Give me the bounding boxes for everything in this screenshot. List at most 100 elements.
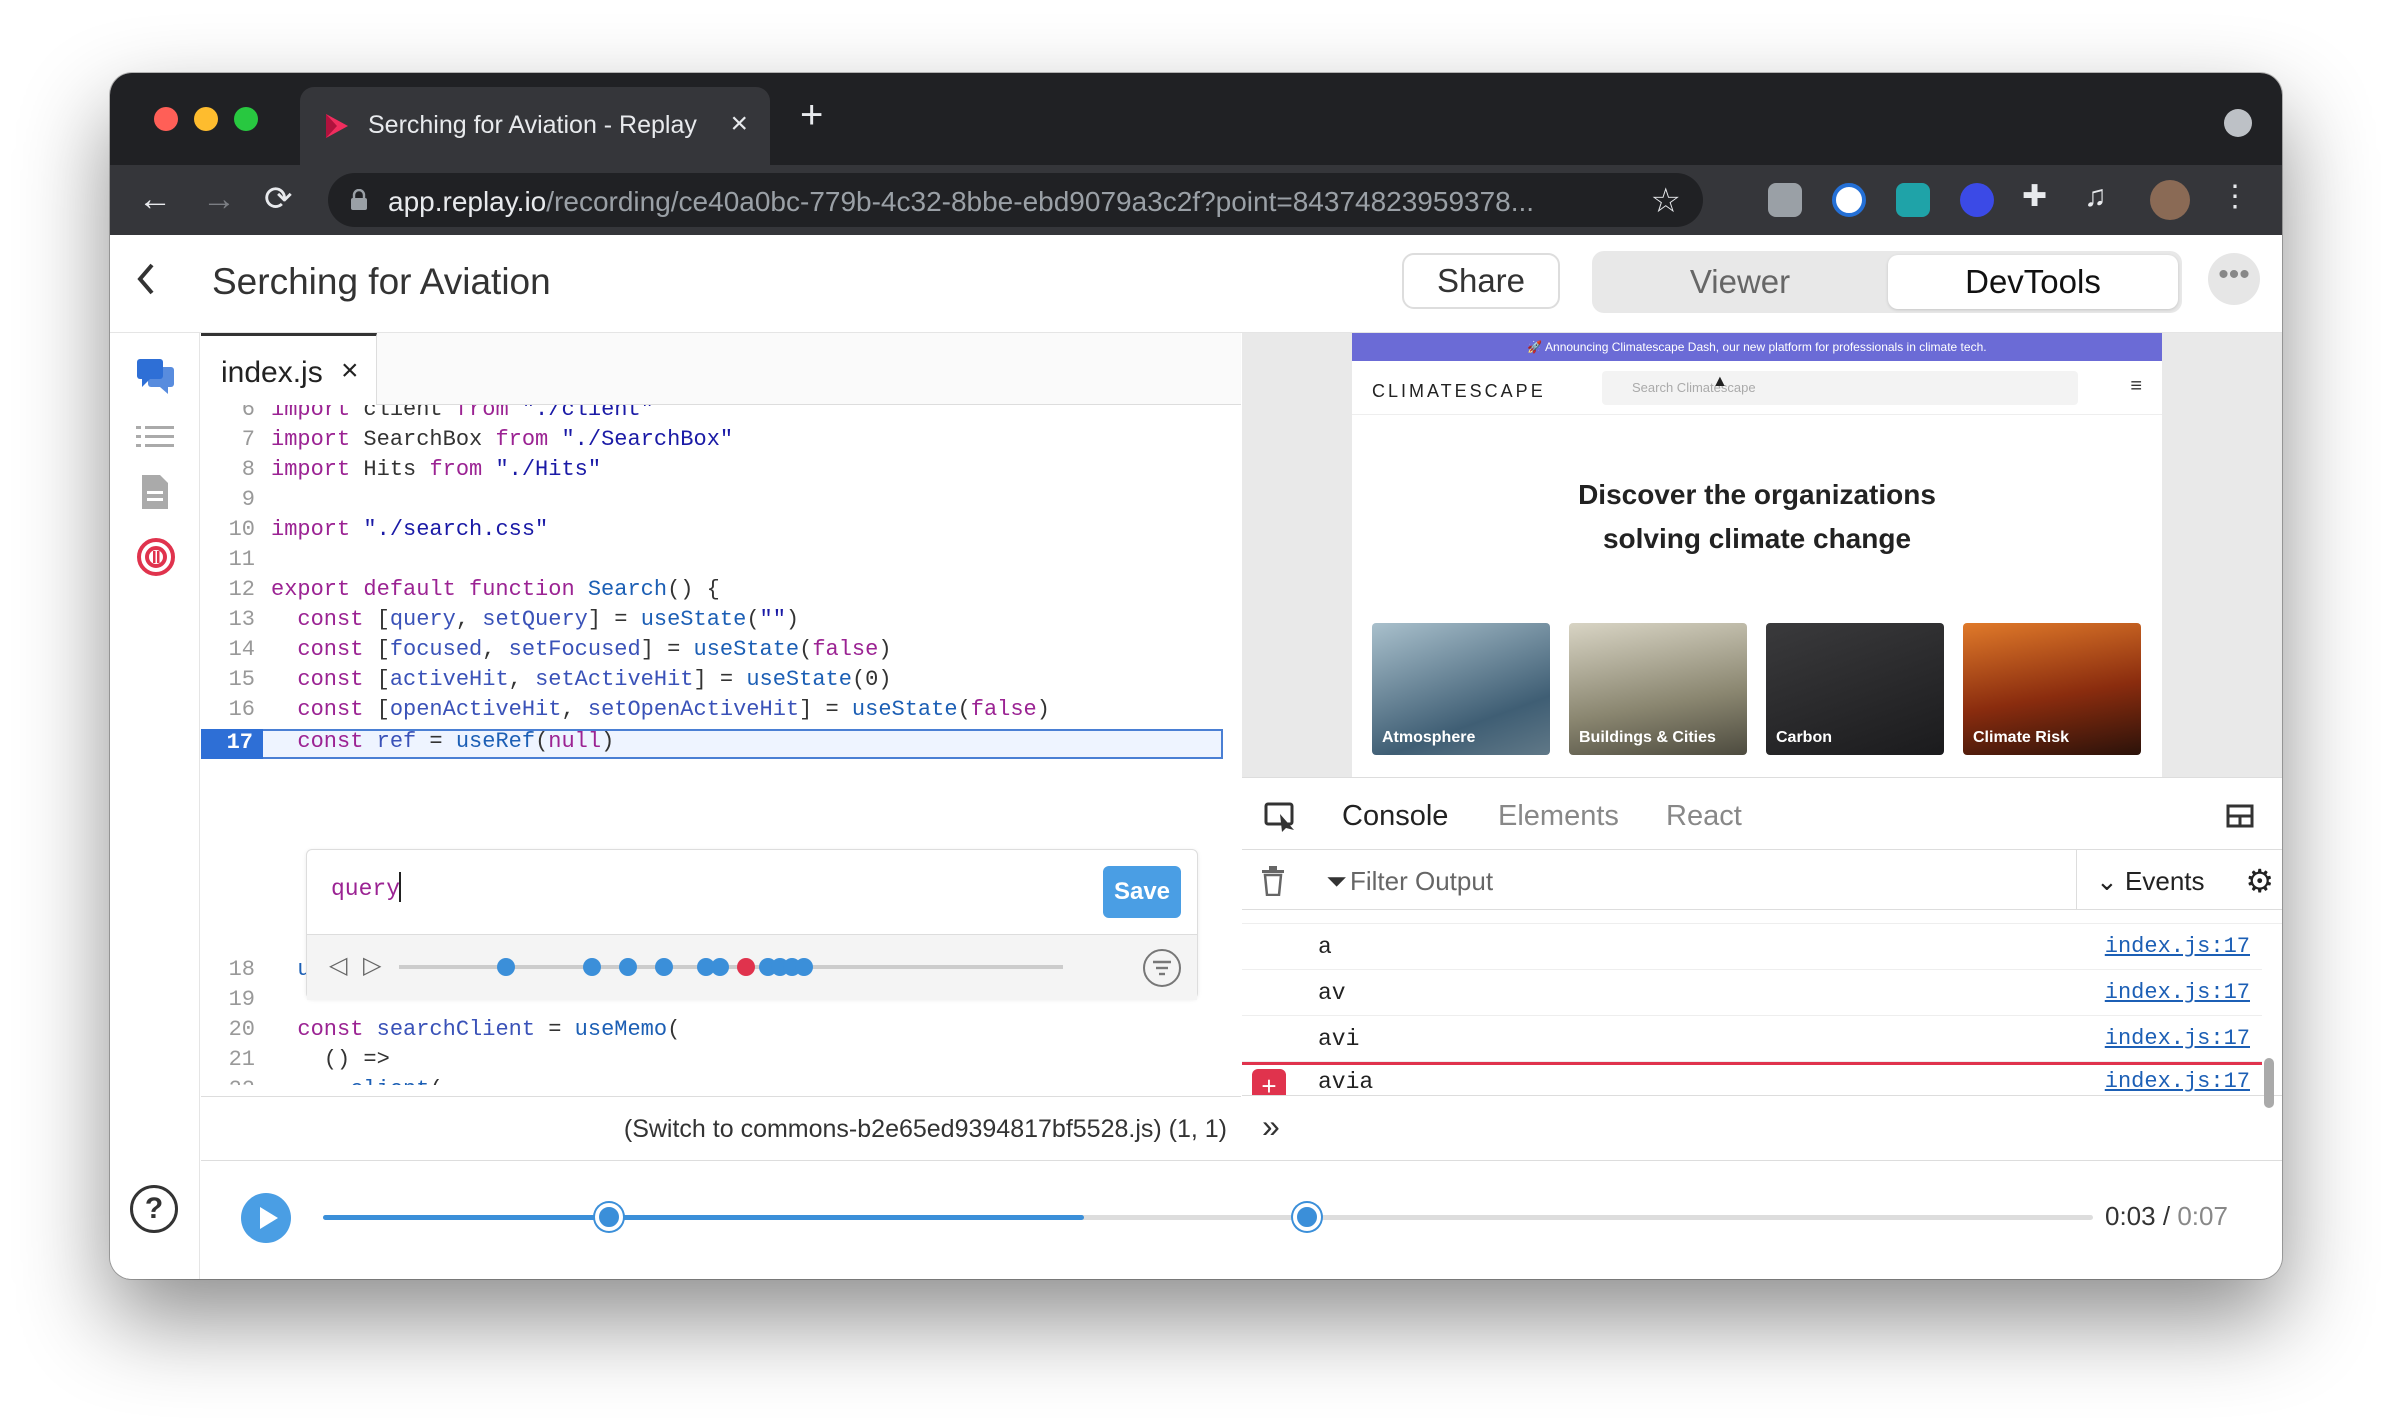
line-number[interactable]: 6 xyxy=(201,405,255,422)
line-number[interactable]: 11 xyxy=(201,547,255,572)
media-icon[interactable]: ♫ xyxy=(2084,177,2107,217)
message-source-link[interactable]: index.js:17 xyxy=(2105,934,2250,959)
message-source-link[interactable]: index.js:17 xyxy=(2105,1069,2250,1094)
prev-hit-icon[interactable]: ◁ xyxy=(329,951,347,980)
document-icon[interactable] xyxy=(140,473,170,516)
devtools-tab[interactable]: DevTools xyxy=(1888,255,2178,309)
hits-track[interactable] xyxy=(399,958,1063,976)
back-arrow-icon[interactable]: ← xyxy=(138,179,172,219)
line-number[interactable]: 12 xyxy=(201,577,255,602)
line-number[interactable]: 19 xyxy=(201,987,255,1012)
extension-teal-icon[interactable] xyxy=(1896,183,1930,217)
console-message[interactable]: a index.js:17 xyxy=(1242,924,2262,970)
line-number[interactable]: 21 xyxy=(201,1047,255,1072)
category-card: Carbon xyxy=(1766,623,1944,755)
log-expression-input[interactable]: query xyxy=(331,876,400,902)
hit-marker[interactable] xyxy=(795,958,813,976)
list-icon[interactable] xyxy=(136,425,174,454)
play-button[interactable] xyxy=(241,1193,291,1243)
line-number[interactable]: 10 xyxy=(201,517,255,542)
line-number[interactable]: 15 xyxy=(201,667,255,692)
category-card: Climate Risk xyxy=(1963,623,2141,755)
line-number[interactable]: 18 xyxy=(201,957,255,982)
hit-marker[interactable] xyxy=(497,958,515,976)
message-value: av xyxy=(1318,980,1346,1006)
line-number[interactable]: 14 xyxy=(201,637,255,662)
puzzle-icon[interactable]: ✚ xyxy=(2022,177,2047,217)
tab-react[interactable]: React xyxy=(1666,800,1742,833)
extension-icon[interactable] xyxy=(1768,183,1802,217)
password-manager-icon[interactable] xyxy=(1832,183,1866,217)
console-filter-bar: ⏷ Filter Output ⌄ Events ⚙ xyxy=(1242,850,2282,910)
save-button[interactable]: Save xyxy=(1103,866,1181,918)
close-file-icon[interactable]: × xyxy=(341,354,359,388)
more-options-button[interactable]: ••• xyxy=(2208,253,2260,305)
total-duration: 0:07 xyxy=(2177,1201,2228,1231)
line-number[interactable]: 22 xyxy=(201,1077,255,1085)
browser-menu-icon[interactable]: ⋮ xyxy=(2220,177,2250,217)
tab-console[interactable]: Console xyxy=(1342,800,1448,833)
hit-marker[interactable] xyxy=(583,958,601,976)
line-number[interactable]: 13 xyxy=(201,607,255,632)
element-picker-icon[interactable] xyxy=(1264,802,1298,837)
timeline-track[interactable] xyxy=(323,1203,2093,1231)
line-number[interactable]: 20 xyxy=(201,1017,255,1042)
console-scrollbar[interactable] xyxy=(2264,1058,2274,1108)
bookmark-star-icon[interactable]: ☆ xyxy=(1651,181,1681,221)
code-line: import "./search.css" xyxy=(271,517,549,542)
hit-marker[interactable] xyxy=(619,958,637,976)
file-tab-index-js[interactable]: index.js × xyxy=(201,333,377,405)
comments-icon[interactable] xyxy=(136,357,176,400)
console-message-current[interactable]: + avia index.js:17 xyxy=(1242,1065,2262,1095)
new-tab-icon[interactable]: + xyxy=(800,95,823,135)
hit-marker[interactable] xyxy=(655,958,673,976)
reload-icon[interactable]: ⟳ xyxy=(264,179,293,219)
extension-blue-icon[interactable] xyxy=(1960,183,1994,217)
address-bar[interactable]: app.replay.io/recording/ce40a0bc-779b-4c… xyxy=(328,173,1703,227)
help-button[interactable]: ? xyxy=(130,1185,178,1233)
editor-status-bar: (Switch to commons-b2e65ed9394817bf5528.… xyxy=(201,1096,1241,1160)
console-message[interactable]: avi index.js:17 xyxy=(1242,1016,2262,1062)
console-input-row[interactable]: » xyxy=(1242,1095,2282,1161)
events-dropdown[interactable]: ⌄ Events xyxy=(2096,866,2205,897)
record-icon[interactable] xyxy=(136,537,176,582)
console-message[interactable]: av index.js:17 xyxy=(1242,970,2262,1016)
trash-icon[interactable] xyxy=(1260,866,1286,901)
add-comment-icon[interactable]: + xyxy=(1252,1069,1286,1095)
viewer-tab[interactable]: Viewer xyxy=(1592,251,1888,313)
line-number[interactable]: 16 xyxy=(201,697,255,722)
browser-tab[interactable]: Serching for Aviation - Replay × xyxy=(300,87,770,165)
message-source-link[interactable]: index.js:17 xyxy=(2105,980,2250,1005)
profile-avatar[interactable] xyxy=(2150,180,2190,220)
switch-source-link[interactable]: (Switch to commons-b2e65ed9394817bf5528.… xyxy=(624,1115,1227,1144)
line-number[interactable]: 8 xyxy=(201,457,255,482)
source-editor: index.js × 17 6 import client from "./cl… xyxy=(201,333,1241,1159)
back-chevron-icon[interactable] xyxy=(134,261,158,306)
comment-marker-icon[interactable] xyxy=(1293,1203,1321,1231)
share-button[interactable]: Share xyxy=(1402,253,1560,309)
filter-output-input[interactable]: Filter Output xyxy=(1350,866,1493,897)
close-window-button[interactable] xyxy=(154,107,178,131)
announcement-banner: 🚀 Announcing Climatescape Dash, our new … xyxy=(1352,333,2162,361)
site-header: CLIMATESCAPE Search Climatescape ≡ xyxy=(1352,361,2162,415)
current-hit-marker[interactable] xyxy=(737,958,755,976)
devtools-tabs: Console Elements React xyxy=(1242,778,2282,850)
close-tab-icon[interactable]: × xyxy=(730,107,748,141)
tab-search-icon[interactable] xyxy=(2224,109,2252,137)
layout-toggle-icon[interactable] xyxy=(2226,804,2254,833)
minimize-window-button[interactable] xyxy=(194,107,218,131)
maximize-window-button[interactable] xyxy=(234,107,258,131)
line-number[interactable]: 7 xyxy=(201,427,255,452)
tab-elements[interactable]: Elements xyxy=(1498,800,1619,833)
filter-hits-icon[interactable] xyxy=(1143,949,1181,987)
card-label: Carbon xyxy=(1776,729,1832,746)
next-hit-icon[interactable]: ▷ xyxy=(363,951,381,980)
message-source-link[interactable]: index.js:17 xyxy=(2105,1026,2250,1051)
forward-arrow-icon[interactable]: → xyxy=(202,179,236,219)
recording-title: Serching for Aviation xyxy=(212,261,551,302)
comment-marker-icon[interactable] xyxy=(595,1203,623,1231)
current-line-number[interactable]: 17 xyxy=(201,729,263,759)
gear-icon[interactable]: ⚙ xyxy=(2245,862,2274,900)
line-number[interactable]: 9 xyxy=(201,487,255,512)
hit-marker[interactable] xyxy=(711,958,729,976)
